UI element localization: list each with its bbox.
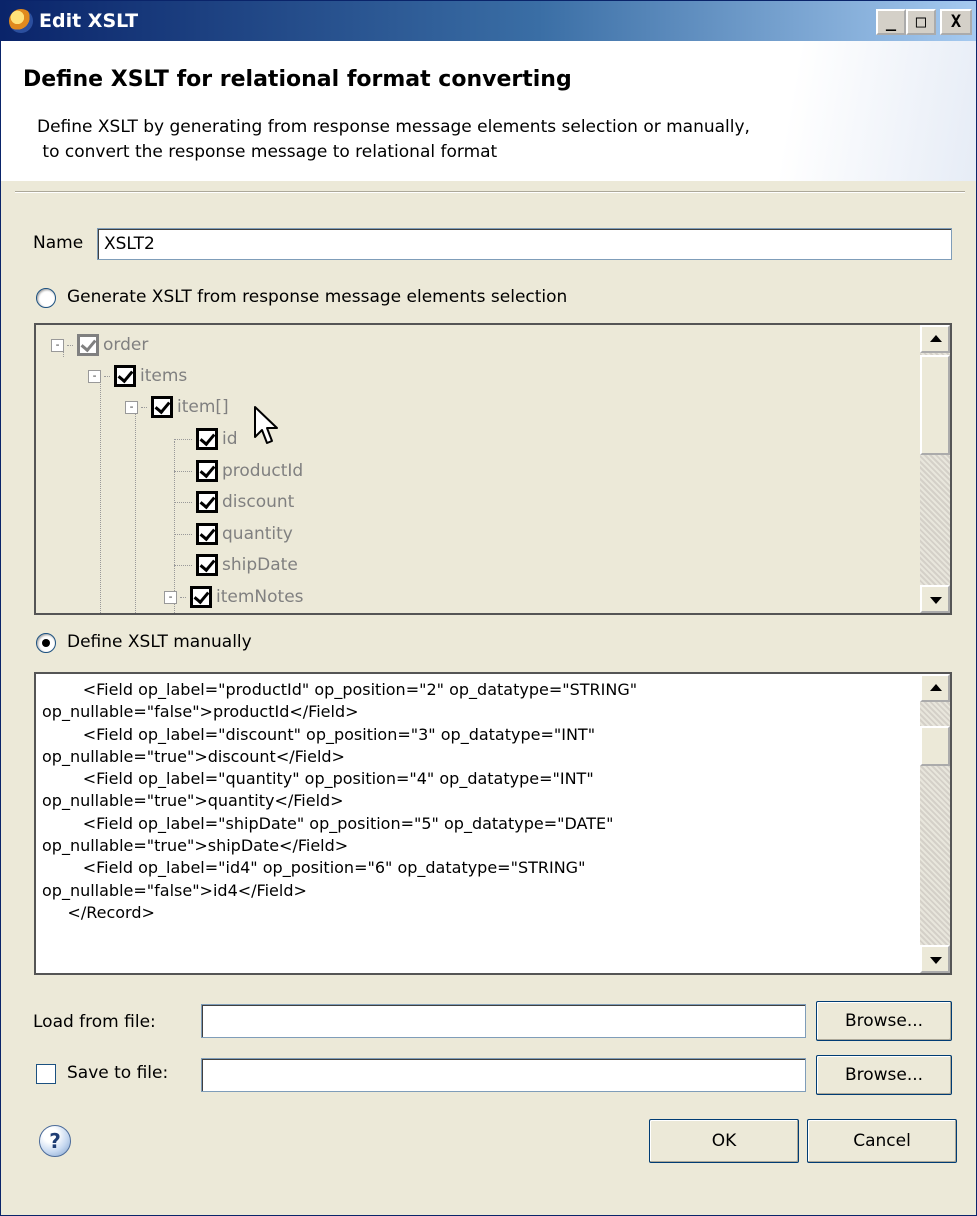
tree-item[interactable]: - itemNotes [164,583,304,611]
tree-guide-line [135,409,136,613]
tree-connector [141,406,147,408]
collapse-icon[interactable]: - [125,400,138,414]
tree-item-label: items [140,366,188,386]
checkbox-icon[interactable] [151,396,173,418]
collapse-icon[interactable]: - [164,590,177,604]
checkbox-icon[interactable] [196,428,218,450]
checkbox-icon[interactable] [77,334,99,356]
tree-connector [104,375,110,377]
tree-item-label: quantity [222,524,293,544]
checkbox-icon[interactable] [196,554,218,576]
tree-connector [174,501,192,503]
name-label: Name [33,233,84,253]
save-to-file-checkbox[interactable] [36,1064,56,1084]
define-manually-radio[interactable] [36,633,56,653]
tree-connector [174,470,192,472]
checkbox-icon[interactable] [196,523,218,545]
checkbox-icon[interactable] [196,491,218,513]
minimize-button[interactable]: _ [876,9,906,35]
scroll-down-arrow-icon[interactable] [920,585,950,613]
mouse-cursor-icon [254,406,278,444]
tree-item[interactable]: shipDate [174,551,298,579]
tree-item-label: item[] [177,397,229,417]
tree-connector [174,564,192,566]
checkbox-icon[interactable] [196,460,218,482]
scroll-up-arrow-icon[interactable] [920,674,950,702]
header-title: Define XSLT for relational format conver… [23,67,572,92]
scroll-thumb[interactable] [920,726,950,766]
tree-item[interactable]: quantity [174,520,293,548]
tree-item[interactable]: - item[] [125,393,229,421]
tree-item-label: productId [222,461,304,481]
app-icon [9,9,33,33]
ok-button[interactable]: OK [649,1119,799,1163]
tree-item-label: shipDate [222,555,298,575]
load-file-label: Load from file: [33,1012,156,1032]
tree-connector [174,533,192,535]
tree-item[interactable]: - items [88,362,187,390]
tree-item[interactable]: productId [174,457,303,485]
edit-xslt-dialog: Edit XSLT _ □ X Define XSLT for relation… [0,0,977,1216]
maximize-button[interactable]: □ [906,9,936,35]
load-file-input[interactable] [201,1004,806,1038]
tree-guide-line [100,377,101,613]
scroll-down-arrow-icon[interactable] [920,945,950,973]
tree-connector [67,344,73,346]
checkbox-icon[interactable] [114,365,136,387]
title-bar[interactable]: Edit XSLT _ □ X [1,1,976,41]
scroll-thumb[interactable] [920,355,950,455]
save-file-label: Save to file: [67,1063,169,1083]
name-input[interactable] [97,228,952,260]
tree-vertical-scrollbar[interactable] [920,325,950,613]
tree-item[interactable]: - order [51,331,148,359]
header-separator [15,191,965,193]
close-button[interactable]: X [940,9,972,35]
tree-item[interactable]: discount [174,488,294,516]
define-manually-label: Define XSLT manually [67,632,252,652]
tree-item-label: discount [222,492,295,512]
editor-vertical-scrollbar[interactable] [920,674,950,973]
xslt-editor[interactable]: <Field op_label="productId" op_position=… [34,672,952,975]
header-description: Define XSLT by generating from response … [37,117,750,162]
scroll-up-arrow-icon[interactable] [920,325,950,353]
collapse-icon[interactable]: - [51,338,64,352]
save-browse-button[interactable]: Browse... [816,1055,952,1095]
collapse-icon[interactable]: - [88,369,101,383]
load-browse-button[interactable]: Browse... [816,1001,952,1041]
checkbox-icon[interactable] [190,586,212,608]
cancel-button[interactable]: Cancel [807,1119,957,1163]
dialog-header: Define XSLT for relational format conver… [1,41,976,181]
tree-connector [174,438,192,440]
generate-xslt-label: Generate XSLT from response message elem… [67,287,568,307]
response-elements-tree[interactable]: - order - items - item[] id productId di… [34,323,952,615]
generate-xslt-radio[interactable] [36,288,56,308]
xslt-content[interactable]: <Field op_label="productId" op_position=… [42,679,912,924]
help-icon[interactable]: ? [39,1125,71,1157]
tree-item-label: order [103,335,149,355]
window-title: Edit XSLT [39,10,139,32]
tree-connector [180,596,186,598]
tree-item-label: id [222,429,238,449]
save-file-input[interactable] [201,1058,806,1092]
tree-item[interactable]: id [174,425,238,453]
tree-item-label: itemNotes [216,587,304,607]
